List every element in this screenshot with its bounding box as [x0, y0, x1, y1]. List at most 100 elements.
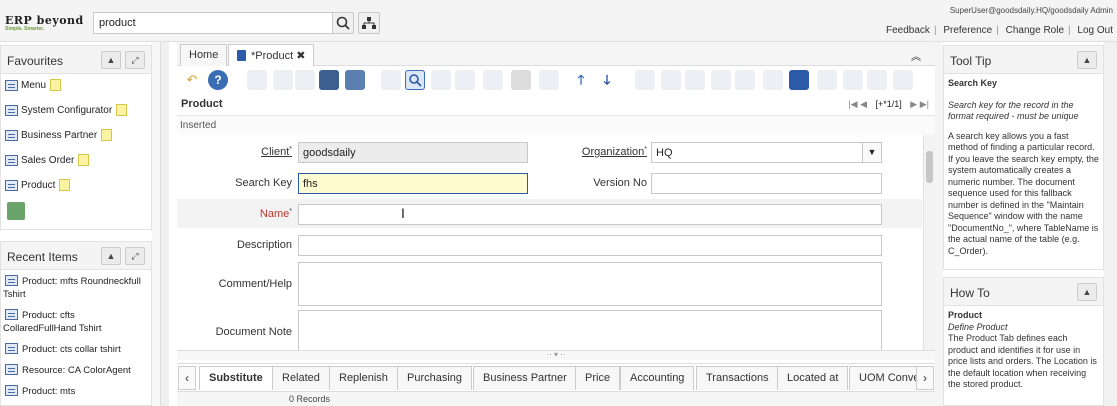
preference-link[interactable]: Preference	[943, 25, 992, 36]
window-tabs: Home *Product ✖ ︽	[177, 42, 935, 66]
find-icon[interactable]	[405, 70, 425, 90]
tab-business-partner[interactable]: Business Partner	[473, 366, 577, 390]
undo-icon[interactable]: ↶	[182, 70, 202, 90]
maximize-recent-button[interactable]: ⤢	[125, 247, 145, 265]
attachment-icon[interactable]	[431, 70, 451, 90]
search-key-field[interactable]	[298, 173, 528, 194]
grid-toggle-icon[interactable]	[511, 70, 531, 90]
document-note-field[interactable]	[298, 310, 882, 354]
recent-item[interactable]: Product: cts collar tshirt	[1, 338, 151, 359]
tabs-scroll-right-icon[interactable]: ›	[916, 366, 934, 390]
tab-replenish[interactable]: Replenish	[329, 366, 398, 390]
change-role-link[interactable]: Change Role	[1006, 25, 1064, 36]
collapse-tooltip-button[interactable]: ▲	[1077, 51, 1097, 69]
favourite-item-sales-order[interactable]: Sales Order	[1, 149, 151, 174]
description-field[interactable]	[298, 235, 882, 256]
arrow-down-icon[interactable]: 🡓	[597, 70, 617, 90]
detail-splitter[interactable]: ·· ▾ ··	[177, 350, 935, 360]
right-scrollbar[interactable]	[1104, 42, 1117, 406]
tab-price[interactable]: Price	[575, 366, 621, 390]
previous-record-icon[interactable]: ◀	[860, 99, 867, 109]
name-field[interactable]	[298, 204, 882, 225]
lock-icon[interactable]	[867, 70, 887, 90]
help-icon[interactable]: ?	[208, 70, 228, 90]
recycle-bin-icon	[7, 202, 25, 220]
logo[interactable]: ERP beyond Simple. Smarter.	[5, 14, 84, 32]
tabs-scroll-left-icon[interactable]: ‹	[178, 366, 196, 390]
save-new-icon[interactable]	[345, 70, 365, 90]
logout-link[interactable]: Log Out	[1077, 25, 1113, 36]
maximize-favourites-button[interactable]: ⤢	[125, 51, 145, 69]
global-search-input[interactable]	[93, 12, 333, 34]
chat-icon[interactable]	[455, 70, 475, 90]
favourite-item-system-configurator[interactable]: System Configurator	[1, 99, 151, 124]
save-icon[interactable]	[319, 70, 339, 90]
tab-transactions[interactable]: Transactions	[696, 366, 779, 390]
tab-product[interactable]: *Product ✖	[228, 44, 315, 66]
collapse-chevron-icon[interactable]: ︽	[911, 48, 921, 63]
sitemap-icon	[362, 17, 376, 29]
main-window: Home *Product ✖ ︽ ↶ ? 🡑 🡓 Product |◀ ◀ […	[177, 42, 935, 406]
first-record-icon[interactable]: |◀	[848, 99, 857, 109]
history-icon[interactable]	[483, 70, 503, 90]
recent-item[interactable]: Product: mfts Roundneckfull Tshirt	[1, 270, 151, 304]
note-icon	[50, 79, 62, 91]
tab-purchasing[interactable]: Purchasing	[397, 366, 473, 390]
export-icon[interactable]	[843, 70, 863, 90]
search-button[interactable]	[332, 12, 354, 34]
tab-accounting[interactable]: Accounting	[620, 366, 695, 390]
recycle-bin[interactable]	[1, 199, 151, 224]
tab-related[interactable]: Related	[272, 366, 330, 390]
product-info-icon[interactable]	[735, 70, 755, 90]
close-tab-icon[interactable]: ✖	[296, 50, 305, 62]
window-icon	[5, 364, 18, 375]
favourite-item-business-partner[interactable]: Business Partner	[1, 124, 151, 149]
archive-icon[interactable]	[661, 70, 681, 90]
right-splitter[interactable]	[935, 42, 943, 406]
collapse-recent-button[interactable]: ▲	[101, 247, 121, 265]
arrow-up-icon[interactable]: 🡑	[571, 70, 591, 90]
refresh-icon[interactable]	[381, 70, 401, 90]
report-icon[interactable]	[539, 70, 559, 90]
feedback-link[interactable]: Feedback	[886, 25, 930, 36]
tab-substitute[interactable]: Substitute	[199, 366, 273, 390]
left-scrollbar[interactable]	[160, 42, 169, 406]
copy-record-icon[interactable]	[273, 70, 293, 90]
scrollbar-thumb[interactable]	[926, 151, 933, 183]
collapse-favourites-button[interactable]: ▲	[101, 51, 121, 69]
window-icon	[5, 275, 18, 286]
settings-icon[interactable]	[817, 70, 837, 90]
window-icon	[5, 385, 18, 396]
last-record-icon[interactable]: ▶|	[920, 99, 929, 109]
print-icon[interactable]	[635, 70, 655, 90]
name-label: Name*	[259, 208, 292, 220]
client-field[interactable]	[298, 142, 528, 163]
workflow-icon[interactable]	[763, 70, 783, 90]
favourite-item-product[interactable]: Product	[1, 174, 151, 199]
next-record-icon[interactable]: ▶	[910, 99, 917, 109]
form-scrollbar[interactable]	[923, 135, 935, 353]
menu-tree-button[interactable]	[358, 12, 380, 34]
tooltip-title: Tool Tip	[950, 54, 992, 68]
chevron-down-icon[interactable]: ▼	[862, 142, 882, 163]
zoom-across-icon[interactable]	[685, 70, 705, 90]
organization-field[interactable]	[651, 142, 863, 163]
recent-item[interactable]: Product: mts	[1, 380, 151, 401]
request-icon[interactable]	[711, 70, 731, 90]
version-no-field[interactable]	[651, 173, 882, 194]
customize-icon[interactable]	[893, 70, 913, 90]
comment-help-field[interactable]	[298, 262, 882, 306]
tab-home[interactable]: Home	[180, 44, 228, 66]
left-splitter[interactable]	[152, 42, 160, 406]
tab-located-at[interactable]: Located at	[777, 366, 849, 390]
recent-item[interactable]: Resource: CA ColorAgent	[1, 359, 151, 380]
new-record-icon[interactable]	[247, 70, 267, 90]
document-action-icon[interactable]	[789, 70, 809, 90]
favourite-item-menu[interactable]: Menu	[1, 74, 151, 99]
window-title: Product	[181, 98, 223, 110]
tab-uom-conversion[interactable]: UOM Conve	[849, 366, 917, 390]
delete-record-icon[interactable]	[295, 70, 315, 90]
collapse-howto-button[interactable]: ▲	[1077, 283, 1097, 301]
recent-item[interactable]: Product: cfts CollaredFullHand Tshirt	[1, 304, 151, 338]
howto-subtitle: Define Product	[948, 321, 1008, 332]
